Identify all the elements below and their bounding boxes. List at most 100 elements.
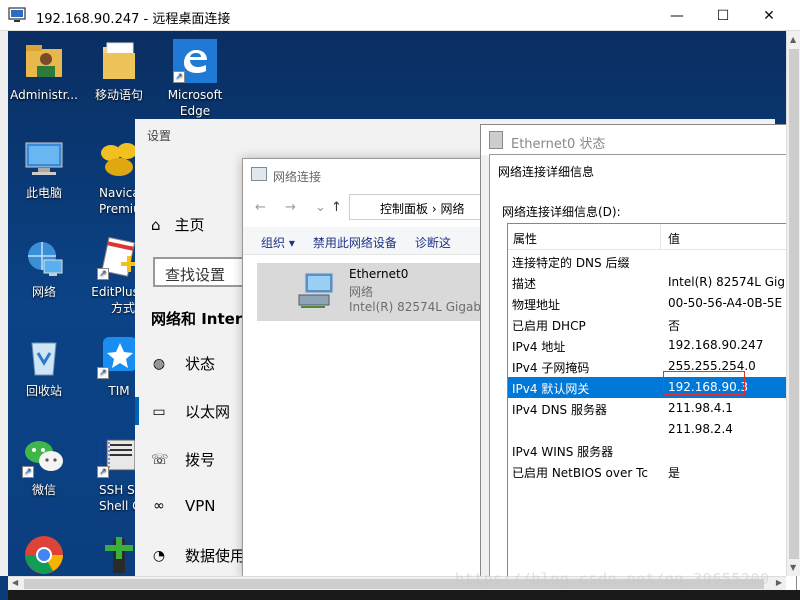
table-row[interactable]: IPv4 子网掩码 255.255.254.0 xyxy=(508,356,796,377)
rdp-title-bar: 192.168.90.247 - 远程桌面连接 — ☐ ✕ xyxy=(0,0,800,31)
row-property: IPv4 DNS 服务器 xyxy=(512,403,607,417)
desktop-icon-label: 微信 xyxy=(31,483,56,497)
nav-item-label: 状态 xyxy=(185,355,216,373)
row-property: IPv4 地址 xyxy=(512,340,566,354)
disable-device-button[interactable]: 禁用此网络设备 xyxy=(313,234,397,254)
active-nav-indicator xyxy=(135,397,139,425)
ethernet-icon: ▭ xyxy=(152,403,166,420)
desktop-icon-chrome[interactable] xyxy=(8,533,84,576)
up-arrow-icon[interactable]: ↑ xyxy=(331,200,342,215)
globe-icon: ◍ xyxy=(152,355,166,372)
details-list[interactable]: 属性 值 连接特定的 DNS 后缀 描述 Intel(R) 82574L Gig … xyxy=(507,223,797,595)
adapter-list-item[interactable]: Ethernet0 网络 Intel(R) 82574L Gigabit xyxy=(257,263,493,321)
breadcrumb[interactable]: 控制面板 › 网络 xyxy=(349,194,499,220)
scrollbar-thumb[interactable] xyxy=(789,49,799,559)
row-value: 211.98.4.1 xyxy=(668,401,733,415)
nav-item-data-usage[interactable]: ◔ 数据使用 xyxy=(151,545,245,566)
chrome-icon xyxy=(22,533,66,576)
table-row[interactable]: IPv4 WINS 服务器 xyxy=(508,440,796,461)
desktop-icon-folder[interactable]: 移动语句 xyxy=(79,39,159,103)
breadcrumb-item[interactable]: 网络 xyxy=(440,202,464,216)
edge-icon: ↗ xyxy=(173,39,217,83)
scroll-left-icon[interactable]: ◀ xyxy=(12,578,18,587)
row-property: 描述 xyxy=(512,277,537,291)
desktop-icon-administrator[interactable]: Administr... xyxy=(8,39,84,103)
netconn-title: 网络连接 xyxy=(273,170,322,184)
table-row[interactable]: 连接特定的 DNS 后缀 xyxy=(508,251,796,272)
row-property: 已启用 DHCP xyxy=(512,319,586,333)
diagnose-button[interactable]: 诊断这 xyxy=(415,234,451,254)
row-value: 是 xyxy=(668,466,681,480)
column-header-value[interactable]: 值 xyxy=(668,230,680,247)
home-icon: ⌂ xyxy=(151,215,161,234)
recycle-bin-icon xyxy=(22,335,66,379)
folder-icon xyxy=(97,39,141,83)
back-arrow-icon[interactable]: ← xyxy=(255,200,266,215)
adapter-network: 网络 xyxy=(349,285,374,299)
desktop-icon-label: 网络 xyxy=(31,285,56,299)
taskbar-strip xyxy=(8,590,800,600)
rdp-vertical-scrollbar[interactable]: ▲ ▼ xyxy=(786,31,800,576)
adapter-hardware: Intel(R) 82574L Gigabit xyxy=(349,300,490,314)
scroll-up-icon[interactable]: ▲ xyxy=(790,35,796,44)
gateway-highlight-box xyxy=(663,371,745,395)
desktop-icon-this-pc[interactable]: 此电脑 xyxy=(8,137,84,201)
details-title: 网络连接详细信息 xyxy=(498,165,595,179)
table-row-selected[interactable]: IPv4 默认网关 192.168.90.3 xyxy=(508,377,796,398)
user-folder-icon xyxy=(22,39,66,83)
dialup-icon: ☏ xyxy=(151,451,169,468)
forward-arrow-icon[interactable]: → xyxy=(285,200,296,215)
scroll-down-icon[interactable]: ▼ xyxy=(790,563,796,572)
row-value: Intel(R) 82574L Gig xyxy=(668,275,786,289)
settings-home-link[interactable]: ⌂ 主页 xyxy=(151,214,205,235)
nav-item-vpn[interactable]: ∞ VPN xyxy=(151,497,216,515)
network-folder-icon xyxy=(251,167,267,181)
breadcrumb-item[interactable]: 控制面板 xyxy=(380,202,428,216)
nav-item-label: VPN xyxy=(185,497,216,515)
watermark: https://blog.csdn.net/qq_39655200 xyxy=(455,570,770,588)
wechat-icon: ↗ xyxy=(22,434,66,478)
connection-details-dialog: 网络连接详细信息 网络连接详细信息(D): 属性 值 连接特定的 DNS 后缀 … xyxy=(489,154,800,595)
desktop-icon-edge[interactable]: ↗ Microsoft Edge xyxy=(155,39,235,119)
status-window-title: Ethernet0 状态 xyxy=(511,137,606,152)
nav-item-status[interactable]: ◍ 状态 xyxy=(151,353,215,374)
row-value: 00-50-56-A4-0B-5E xyxy=(668,296,783,310)
window-title: 192.168.90.247 - 远程桌面连接 xyxy=(36,12,231,27)
table-row[interactable]: 已启用 NetBIOS over Tc 是 xyxy=(508,461,796,482)
maximize-button[interactable]: ☐ xyxy=(700,0,746,31)
rdp-frame-left xyxy=(0,31,8,576)
settings-search-input[interactable]: 查找设置 xyxy=(153,257,253,287)
table-row[interactable]: IPv4 地址 192.168.90.247 xyxy=(508,335,796,356)
address-bar: ← → ⌄ ↑ 控制面板 › 网络 xyxy=(243,191,499,225)
desktop-icon-label: 回收站 xyxy=(25,384,62,398)
table-row[interactable]: IPv4 DNS 服务器 211.98.4.1 xyxy=(508,398,796,419)
close-button[interactable]: ✕ xyxy=(746,0,792,31)
details-list-label: 网络连接详细信息(D): xyxy=(502,205,621,219)
desktop-icon-wechat[interactable]: ↗ 微信 xyxy=(8,434,84,498)
desktop-icon-label: 移动语句 xyxy=(94,88,143,102)
minimize-button[interactable]: — xyxy=(654,0,700,31)
scroll-right-icon[interactable]: ▶ xyxy=(776,578,782,587)
nav-item-dialup[interactable]: ☏ 拨号 xyxy=(151,449,215,470)
adapter-status-icon xyxy=(489,131,503,149)
shortcut-arrow-icon: ↗ xyxy=(97,466,109,478)
command-bar: 组织 ▾ 禁用此网络设备 诊断这 xyxy=(243,227,491,255)
network-connections-window: 网络连接 ← → ⌄ ↑ 控制面板 › 网络 组织 ▾ 禁用此网络设备 诊断这 … xyxy=(242,158,499,578)
row-property: 已启用 NetBIOS over Tc xyxy=(512,466,648,480)
chevron-down-icon[interactable]: ⌄ xyxy=(315,200,326,215)
organize-button[interactable]: 组织 ▾ xyxy=(261,234,295,254)
column-header-property[interactable]: 属性 xyxy=(513,230,537,247)
column-divider[interactable] xyxy=(660,224,661,250)
nav-item-ethernet[interactable]: ▭ 以太网 xyxy=(151,401,230,422)
table-row[interactable]: 已启用 DHCP 否 xyxy=(508,314,796,335)
table-row[interactable]: 211.98.2.4 xyxy=(508,419,796,440)
table-row[interactable]: 物理地址 00-50-56-A4-0B-5E xyxy=(508,293,796,314)
settings-title: 设置 xyxy=(147,129,172,143)
shortcut-arrow-icon: ↗ xyxy=(97,367,109,379)
desktop-icon-recycle-bin[interactable]: 回收站 xyxy=(8,335,84,399)
shortcut-arrow-icon: ↗ xyxy=(22,466,34,478)
adapter-name: Ethernet0 xyxy=(349,267,409,281)
desktop-icon-label: Administr... xyxy=(10,88,78,102)
desktop-icon-network[interactable]: 网络 xyxy=(8,236,84,300)
table-row[interactable]: 描述 Intel(R) 82574L Gig xyxy=(508,272,796,293)
